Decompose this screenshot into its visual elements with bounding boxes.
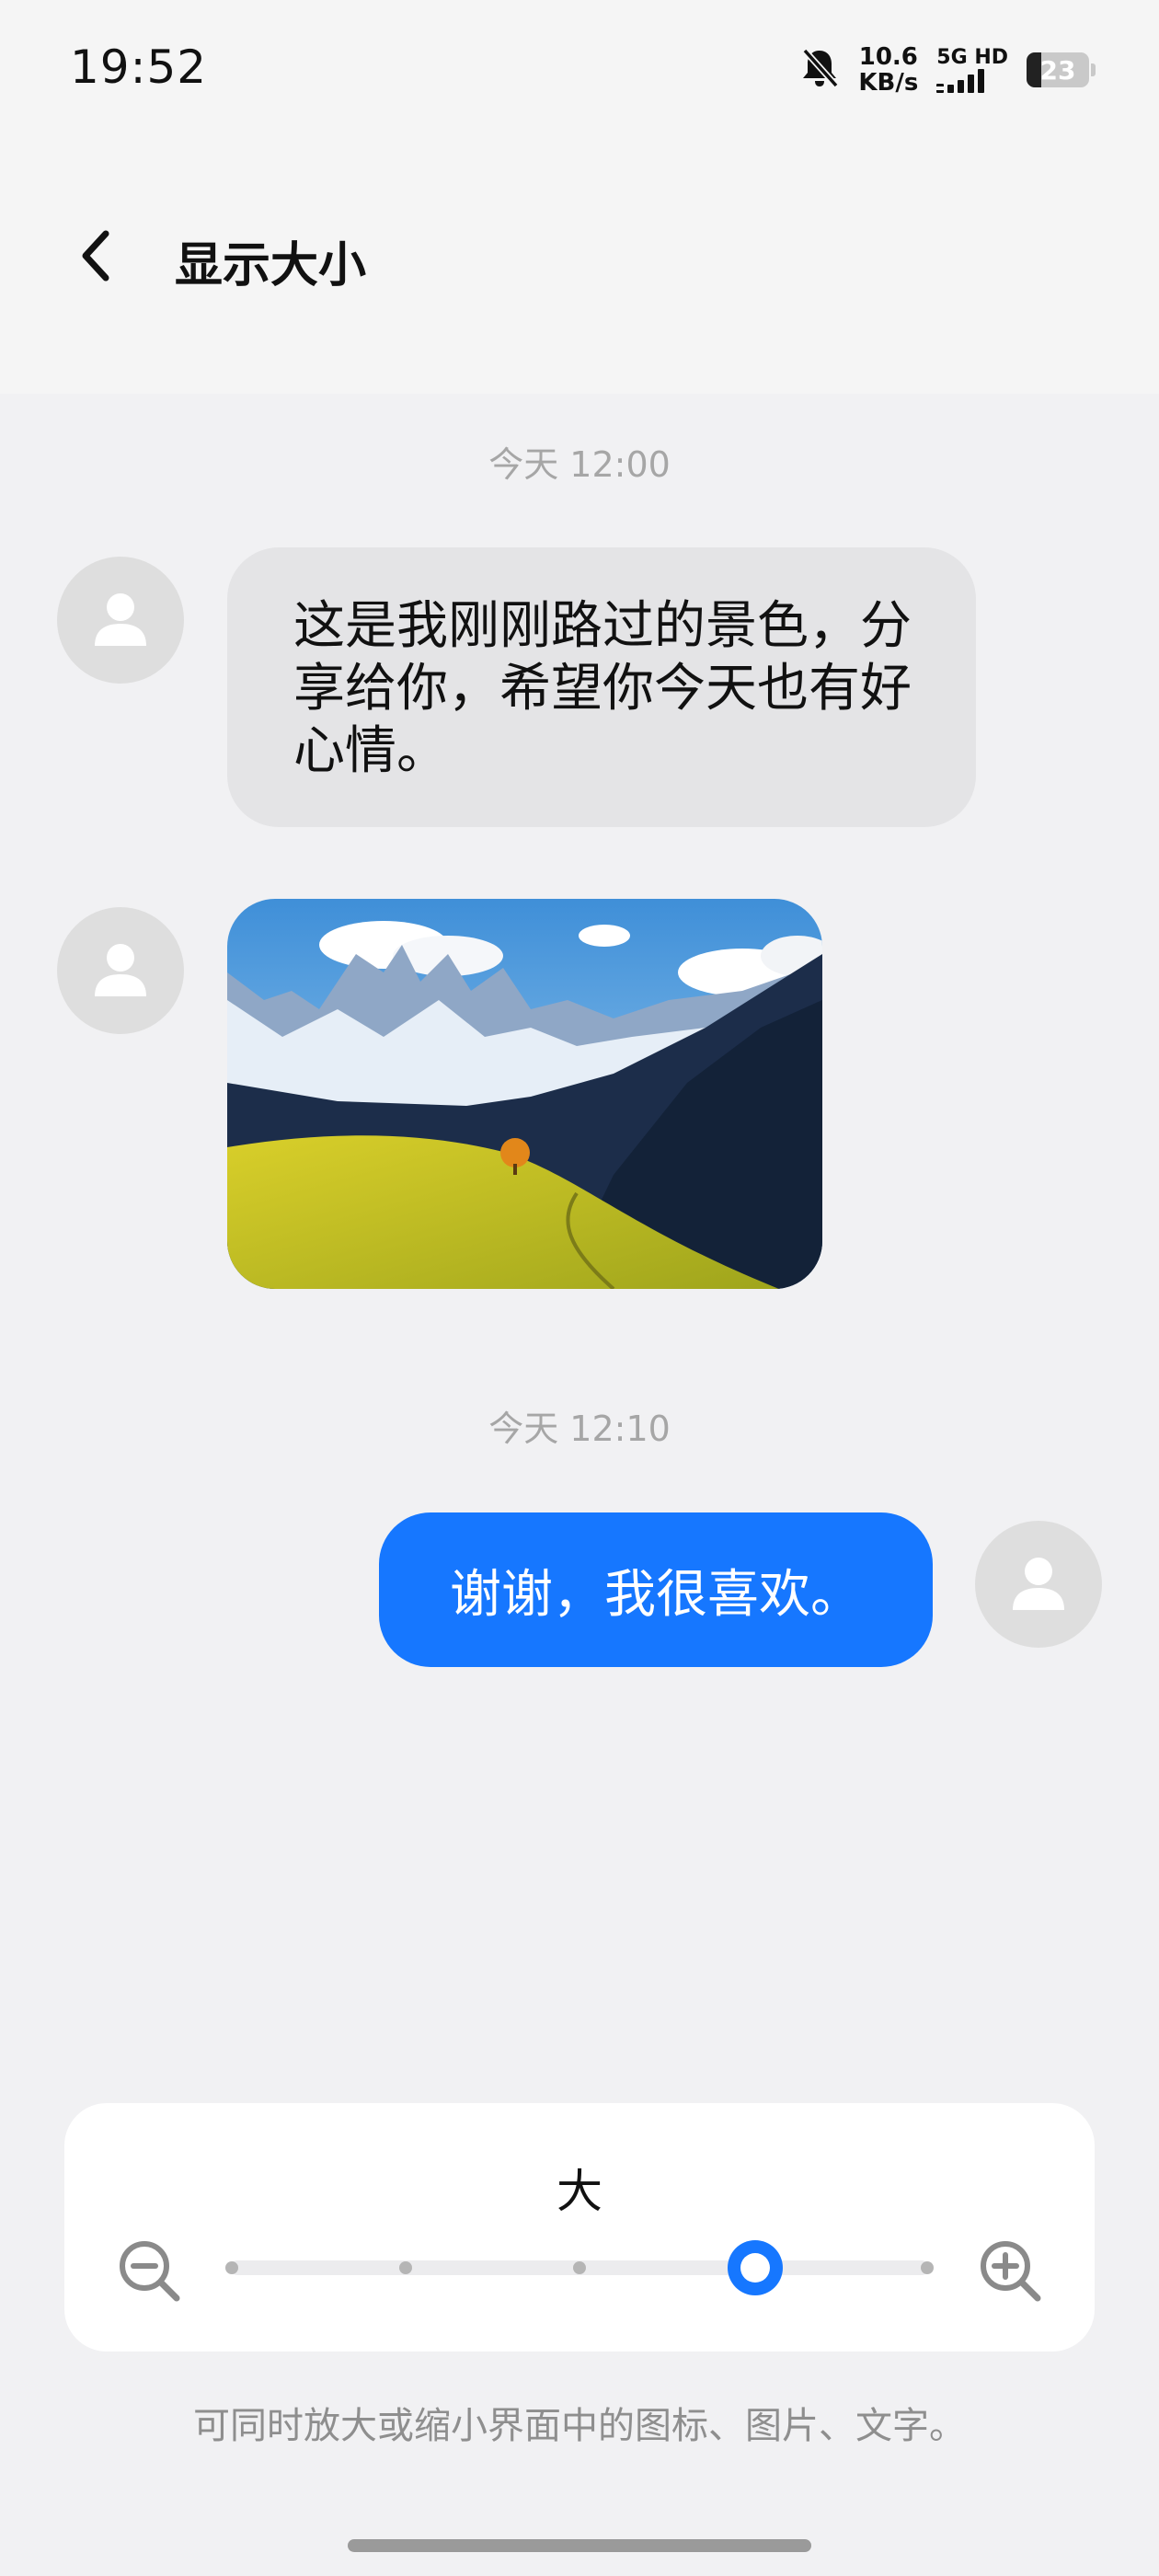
landscape-photo — [227, 899, 822, 1289]
signal-icon — [936, 69, 985, 93]
size-slider-tick[interactable] — [225, 2261, 238, 2274]
avatar — [57, 557, 184, 684]
avatar — [975, 1521, 1102, 1648]
size-slider-tick[interactable] — [399, 2261, 412, 2274]
zoom-out-button[interactable] — [103, 2226, 195, 2318]
zoom-in-button[interactable] — [964, 2226, 1056, 2318]
avatar — [57, 907, 184, 1034]
size-slider-tick[interactable] — [921, 2261, 934, 2274]
size-level-label: 大 — [557, 2165, 602, 2218]
person-icon — [87, 585, 154, 655]
person-icon — [87, 936, 154, 1006]
signal-indicator: 5G HD — [936, 47, 1008, 93]
size-hint-text: 可同时放大或缩小界面中的图标、图片、文字。 — [193, 2405, 966, 2447]
person-icon — [1005, 1549, 1072, 1619]
battery-level: 23 — [1039, 54, 1076, 86]
status-time: 19:52 — [70, 40, 208, 94]
chevron-left-icon — [78, 228, 115, 287]
network-speed-unit: KB/s — [858, 69, 919, 97]
zoom-out-icon — [116, 2237, 182, 2307]
network-type: 5G HD — [936, 46, 1008, 69]
size-slider-thumb[interactable] — [728, 2240, 783, 2295]
outgoing-message-bubble: 谢谢，我很喜欢。 — [379, 1512, 933, 1667]
timestamp: 今天 12:00 — [488, 444, 671, 485]
bell-muted-icon — [799, 47, 840, 93]
zoom-in-icon — [977, 2237, 1043, 2307]
timestamp: 今天 12:10 — [488, 1409, 671, 1449]
battery-icon: 23 — [1027, 52, 1096, 87]
home-indicator[interactable] — [348, 2539, 811, 2552]
status-icons: 10.6 KB/s 5G HD 23 — [799, 42, 1096, 98]
network-speed: 10.6 KB/s — [858, 44, 918, 96]
size-slider-tick[interactable] — [573, 2261, 586, 2274]
network-speed-value: 10.6 — [858, 43, 918, 71]
incoming-message-bubble: 这是我刚刚路过的景色，分享给你，希望你今天也有好心情。 — [227, 547, 976, 827]
back-button[interactable] — [64, 221, 129, 294]
page-title: 显示大小 — [175, 238, 367, 293]
display-size-card: 大 — [64, 2103, 1095, 2352]
top-area: 19:52 10.6 KB/s 5G HD 23 显示大小 — [0, 0, 1159, 394]
